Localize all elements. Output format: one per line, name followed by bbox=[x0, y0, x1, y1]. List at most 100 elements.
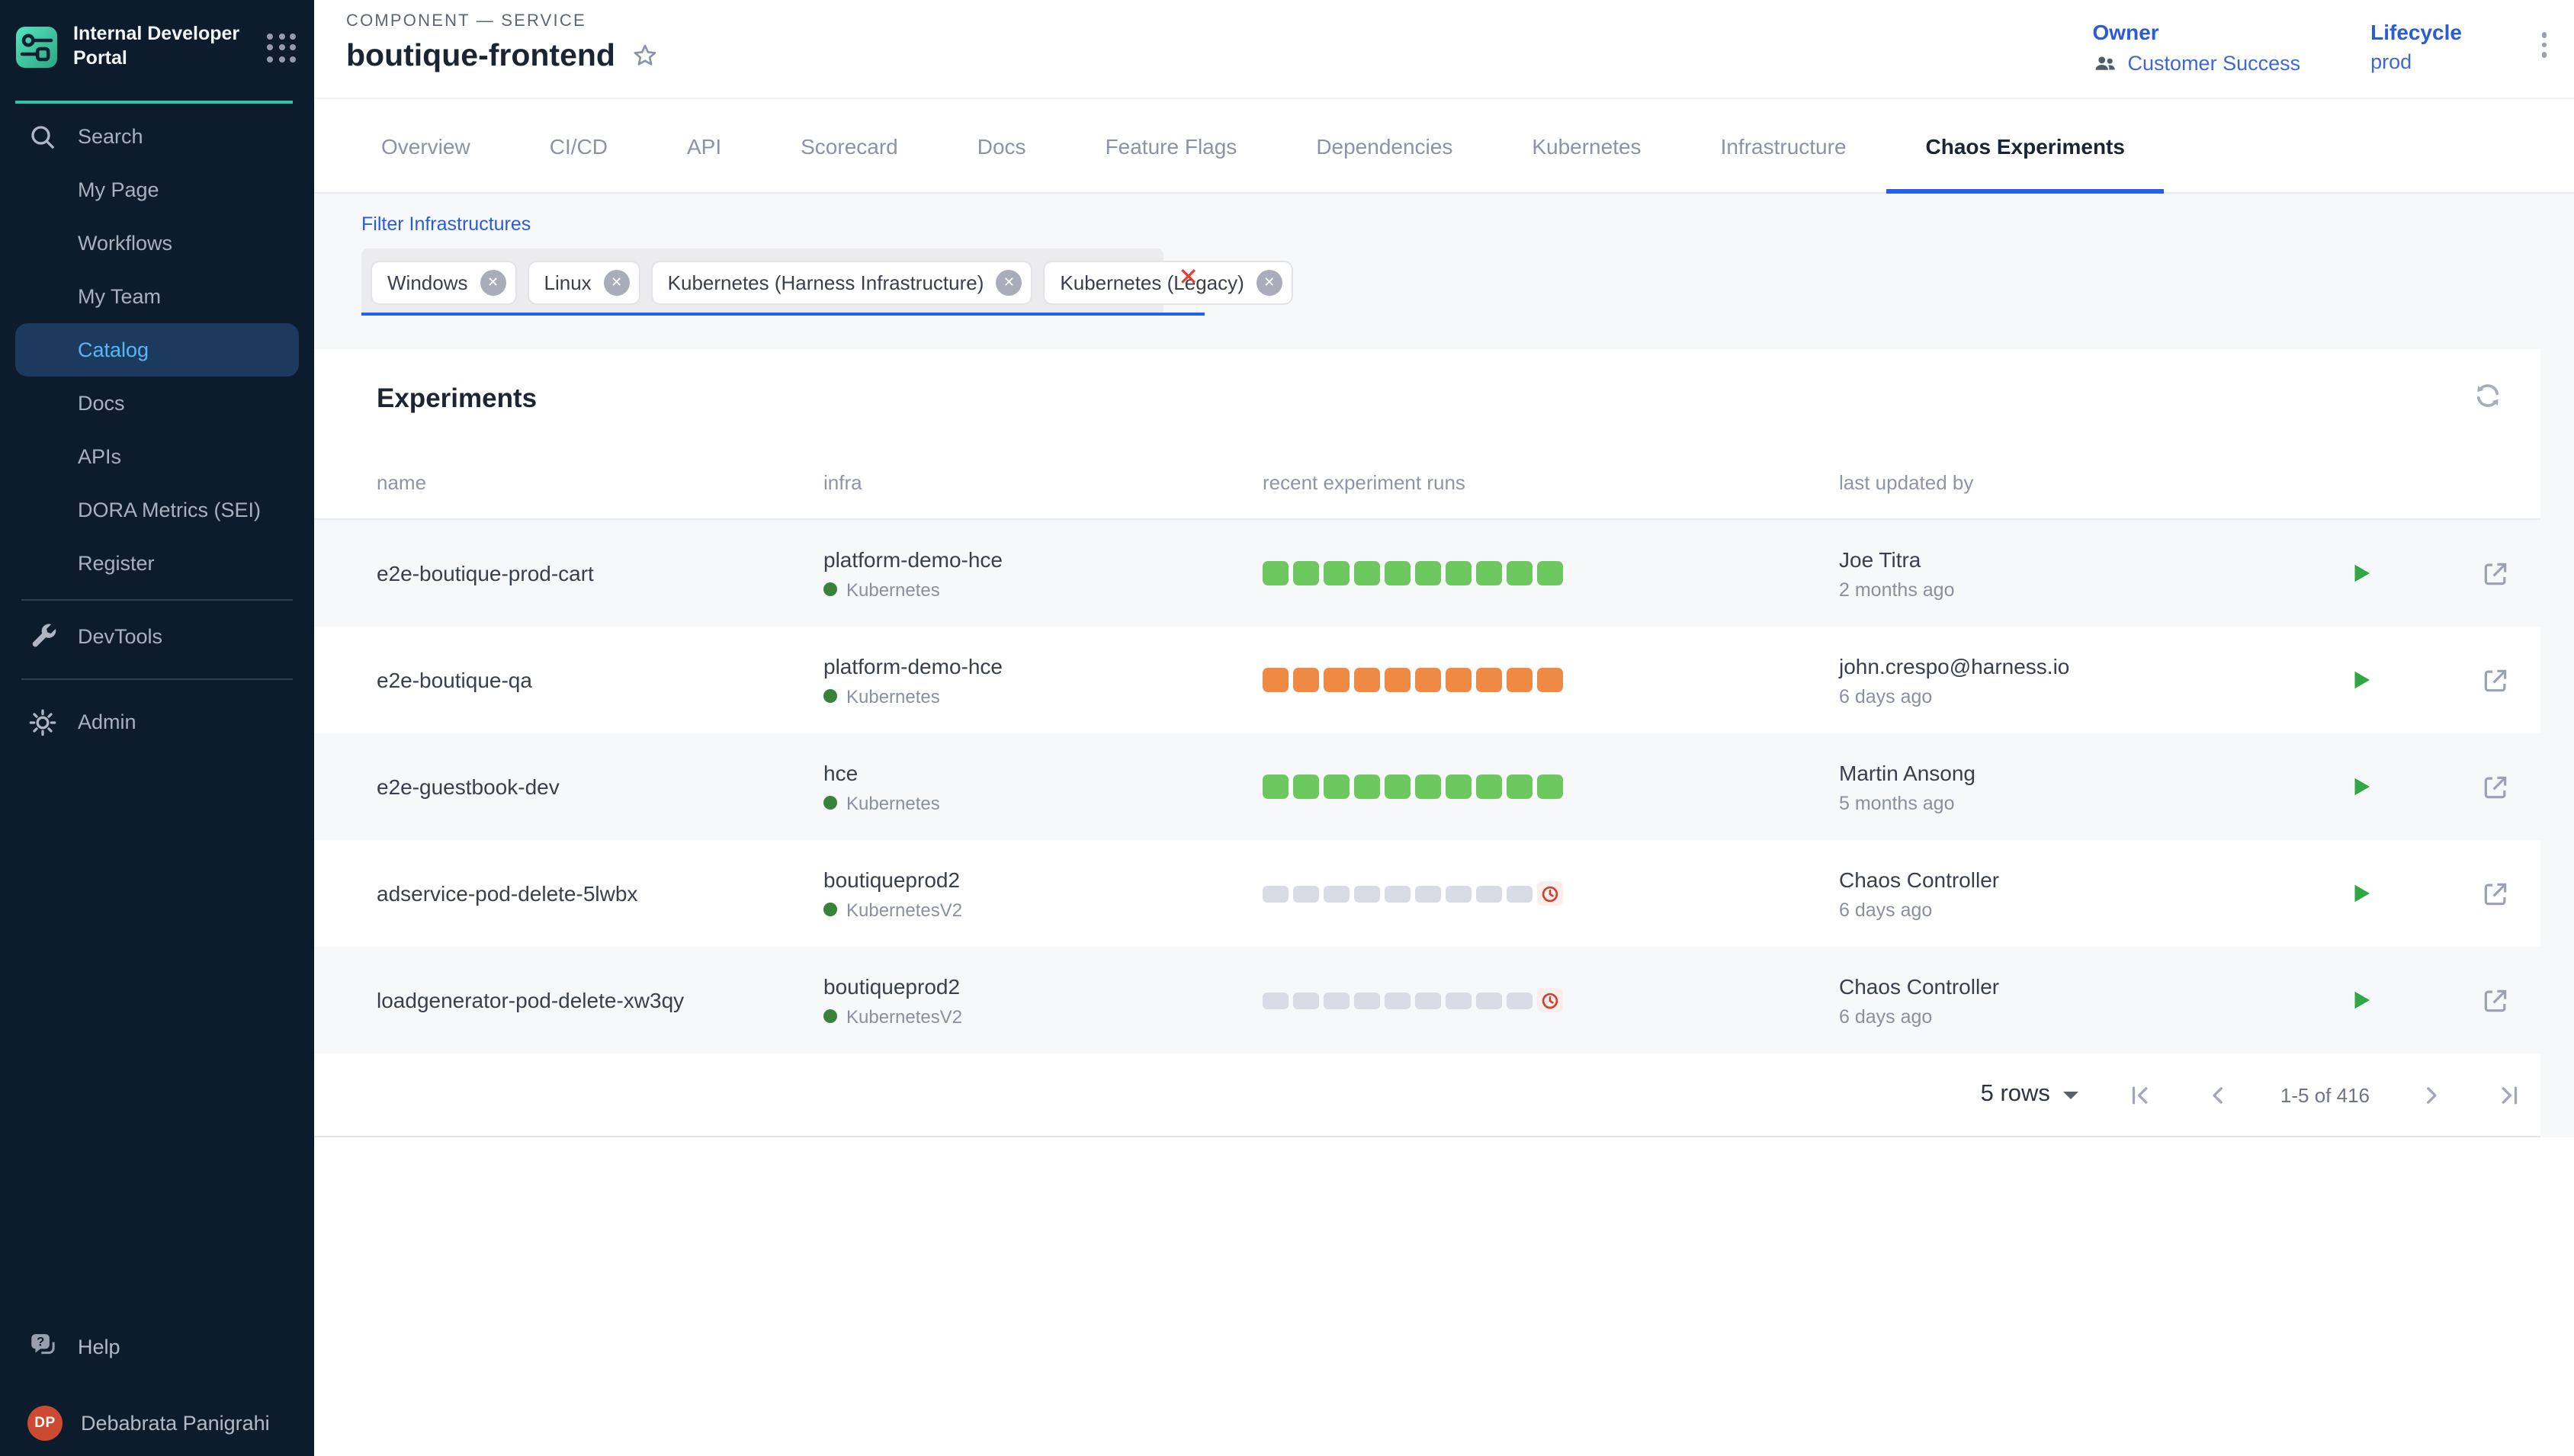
open-experiment-launch-icon[interactable] bbox=[2481, 879, 2510, 908]
rows-per-page-select[interactable]: 5 rows bbox=[1981, 1081, 2079, 1108]
chip-remove-icon[interactable]: ✕ bbox=[1257, 269, 1282, 295]
run-square-failed[interactable] bbox=[1354, 668, 1379, 693]
run-square-empty[interactable] bbox=[1415, 885, 1440, 902]
chip-remove-icon[interactable]: ✕ bbox=[996, 269, 1022, 295]
run-square-empty[interactable] bbox=[1354, 885, 1379, 902]
run-square-empty[interactable] bbox=[1446, 885, 1471, 902]
run-square-empty[interactable] bbox=[1507, 885, 1532, 902]
tab-feature-flags[interactable]: Feature Flags bbox=[1066, 99, 1277, 192]
favorite-star-icon[interactable] bbox=[631, 41, 661, 72]
pending-clock-icon[interactable] bbox=[1537, 988, 1562, 1013]
open-experiment-launch-icon[interactable] bbox=[2481, 986, 2510, 1015]
run-square-success[interactable] bbox=[1415, 561, 1440, 586]
sidebar-item-my-page[interactable]: My Page bbox=[15, 163, 299, 216]
sidebar-item-docs[interactable]: Docs bbox=[15, 377, 299, 430]
tab-api[interactable]: API bbox=[647, 99, 761, 192]
open-experiment-launch-icon[interactable] bbox=[2481, 772, 2510, 801]
clear-filters-x-icon[interactable]: ✕ bbox=[1178, 267, 1199, 291]
run-square-success[interactable] bbox=[1263, 561, 1288, 586]
table-row[interactable]: e2e-boutique-prod-cart platform-demo-hce… bbox=[314, 520, 2540, 627]
next-page-button[interactable] bbox=[2415, 1079, 2447, 1111]
run-square-success[interactable] bbox=[1354, 775, 1379, 800]
filter-infrastructures-label[interactable]: Filter Infrastructures bbox=[361, 213, 2540, 235]
run-square-empty[interactable] bbox=[1385, 885, 1410, 902]
user-menu[interactable]: DP Debabrata Panigrahi bbox=[15, 1397, 299, 1450]
table-row[interactable]: e2e-guestbook-dev hce Kubernetes Martin … bbox=[314, 733, 2540, 840]
run-square-success[interactable] bbox=[1324, 561, 1349, 586]
run-square-empty[interactable] bbox=[1263, 885, 1288, 902]
sidebar-item-register[interactable]: Register bbox=[15, 537, 299, 590]
run-square-failed[interactable] bbox=[1385, 668, 1410, 693]
open-experiment-launch-icon[interactable] bbox=[2481, 665, 2510, 694]
run-square-success[interactable] bbox=[1293, 561, 1318, 586]
run-square-empty[interactable] bbox=[1385, 992, 1410, 1009]
run-square-success[interactable] bbox=[1354, 561, 1379, 586]
table-row[interactable]: loadgenerator-pod-delete-xw3qy boutiquep… bbox=[314, 947, 2540, 1054]
tab-scorecard[interactable]: Scorecard bbox=[761, 99, 938, 192]
run-square-success[interactable] bbox=[1446, 561, 1471, 586]
tab-ci-cd[interactable]: CI/CD bbox=[510, 99, 647, 192]
run-square-success[interactable] bbox=[1324, 775, 1349, 800]
run-square-failed[interactable] bbox=[1293, 668, 1318, 693]
refresh-icon[interactable] bbox=[2466, 374, 2510, 422]
filter-chip[interactable]: Kubernetes (Legacy) ✕ bbox=[1043, 260, 1292, 304]
sidebar-item-apis[interactable]: APIs bbox=[15, 430, 299, 483]
run-square-failed[interactable] bbox=[1324, 668, 1349, 693]
run-square-empty[interactable] bbox=[1415, 992, 1440, 1009]
run-square-success[interactable] bbox=[1293, 775, 1318, 800]
tab-chaos-experiments[interactable]: Chaos Experiments bbox=[1886, 99, 2165, 192]
run-square-empty[interactable] bbox=[1324, 992, 1349, 1009]
chip-remove-icon[interactable]: ✕ bbox=[604, 269, 630, 295]
filter-chip[interactable]: Windows ✕ bbox=[371, 260, 517, 304]
run-square-failed[interactable] bbox=[1415, 668, 1440, 693]
run-square-empty[interactable] bbox=[1476, 885, 1501, 902]
run-square-failed[interactable] bbox=[1446, 668, 1471, 693]
run-square-empty[interactable] bbox=[1476, 992, 1501, 1009]
sidebar-item-dora-metrics-sei[interactable]: DORA Metrics (SEI) bbox=[15, 483, 299, 537]
sidebar-item-workflows[interactable]: Workflows bbox=[15, 216, 299, 270]
sidebar-item-admin[interactable]: Admin bbox=[15, 695, 299, 749]
sidebar-item-devtools[interactable]: DevTools bbox=[15, 610, 299, 663]
run-square-empty[interactable] bbox=[1293, 992, 1318, 1009]
sidebar-item-search[interactable]: Search bbox=[15, 110, 299, 163]
more-options-kebab-icon[interactable] bbox=[2532, 20, 2556, 69]
owner-link[interactable]: Customer Success bbox=[2093, 50, 2301, 76]
table-row[interactable]: adservice-pod-delete-5lwbx boutiqueprod2… bbox=[314, 840, 2540, 947]
tab-docs[interactable]: Docs bbox=[938, 99, 1066, 192]
run-experiment-play-button[interactable] bbox=[2347, 666, 2374, 694]
run-square-success[interactable] bbox=[1537, 775, 1562, 800]
run-square-failed[interactable] bbox=[1507, 668, 1532, 693]
run-square-empty[interactable] bbox=[1293, 885, 1318, 902]
run-square-success[interactable] bbox=[1385, 775, 1410, 800]
run-square-empty[interactable] bbox=[1263, 992, 1288, 1009]
run-square-failed[interactable] bbox=[1537, 668, 1562, 693]
prev-page-button[interactable] bbox=[2203, 1079, 2235, 1111]
app-switcher-grid-icon[interactable] bbox=[267, 33, 296, 62]
sidebar-item-help[interactable]: ? Help bbox=[15, 1320, 299, 1374]
filter-chip[interactable]: Kubernetes (Harness Infrastructure) ✕ bbox=[651, 260, 1033, 304]
run-square-failed[interactable] bbox=[1476, 668, 1501, 693]
infrastructure-filter-input[interactable]: Windows ✕ Linux ✕ Kubernetes (Harness In… bbox=[361, 249, 1205, 316]
tab-dependencies[interactable]: Dependencies bbox=[1276, 99, 1492, 192]
filter-chip[interactable]: Linux ✕ bbox=[528, 260, 640, 304]
table-row[interactable]: e2e-boutique-qa platform-demo-hce Kubern… bbox=[314, 627, 2540, 733]
sidebar-item-catalog[interactable]: Catalog bbox=[15, 323, 299, 377]
run-square-success[interactable] bbox=[1415, 775, 1440, 800]
run-square-success[interactable] bbox=[1537, 561, 1562, 586]
run-square-empty[interactable] bbox=[1324, 885, 1349, 902]
run-square-success[interactable] bbox=[1385, 561, 1410, 586]
run-square-success[interactable] bbox=[1446, 775, 1471, 800]
run-square-empty[interactable] bbox=[1507, 992, 1532, 1009]
run-square-empty[interactable] bbox=[1446, 992, 1471, 1009]
tab-overview[interactable]: Overview bbox=[342, 99, 510, 192]
run-experiment-play-button[interactable] bbox=[2347, 880, 2374, 907]
chip-remove-icon[interactable]: ✕ bbox=[480, 269, 506, 295]
run-square-empty[interactable] bbox=[1354, 992, 1379, 1009]
run-experiment-play-button[interactable] bbox=[2347, 560, 2374, 587]
run-experiment-play-button[interactable] bbox=[2347, 986, 2374, 1014]
sidebar-item-my-team[interactable]: My Team bbox=[15, 270, 299, 323]
run-square-success[interactable] bbox=[1476, 775, 1501, 800]
run-square-success[interactable] bbox=[1507, 561, 1532, 586]
run-square-success[interactable] bbox=[1507, 775, 1532, 800]
pending-clock-icon[interactable] bbox=[1537, 881, 1562, 906]
